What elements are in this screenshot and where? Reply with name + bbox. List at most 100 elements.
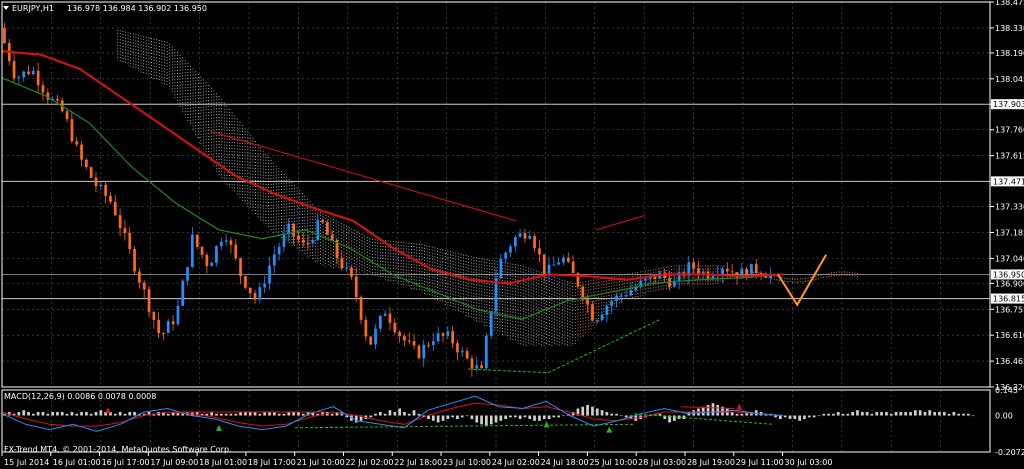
candle-body[interactable] [282, 234, 286, 247]
candle-body[interactable] [485, 335, 488, 369]
candle-body[interactable] [89, 167, 93, 178]
candle-body[interactable] [41, 85, 45, 93]
candle-body[interactable] [417, 345, 421, 359]
candle-body[interactable] [595, 320, 599, 321]
candle-body[interactable] [292, 223, 295, 236]
candle-body[interactable] [215, 246, 218, 263]
candle-body[interactable] [152, 311, 156, 320]
candle-body[interactable] [239, 258, 242, 277]
candle-body[interactable] [509, 246, 512, 253]
candle-body[interactable] [436, 333, 440, 342]
candle-body[interactable] [721, 268, 724, 275]
candle-body[interactable] [157, 319, 160, 333]
candle-body[interactable] [422, 344, 426, 359]
candle-body[interactable] [451, 331, 454, 344]
candle-body[interactable] [12, 61, 16, 79]
candle-body[interactable] [277, 246, 281, 255]
candle-body[interactable] [620, 295, 623, 297]
candle-body[interactable] [22, 71, 26, 78]
candle-body[interactable] [186, 267, 189, 281]
candle-body[interactable] [326, 222, 329, 235]
candle-body[interactable] [17, 77, 21, 79]
candle-body[interactable] [306, 242, 310, 244]
candle-body[interactable] [615, 295, 618, 301]
candle-body[interactable] [427, 344, 430, 346]
candle-body[interactable] [359, 296, 363, 320]
candle-body[interactable] [176, 305, 180, 325]
candle-body[interactable] [142, 282, 146, 290]
candle-body[interactable] [123, 228, 127, 233]
candle-body[interactable] [36, 70, 40, 86]
candle-body[interactable] [224, 240, 228, 242]
candle-body[interactable] [383, 313, 387, 316]
candle-body[interactable] [191, 234, 194, 267]
candle-body[interactable] [514, 237, 517, 247]
candle-body[interactable] [480, 365, 483, 369]
candle-body[interactable] [456, 343, 459, 353]
candle-body[interactable] [538, 248, 541, 255]
candle-body[interactable] [475, 365, 479, 369]
candle-body[interactable] [27, 71, 30, 75]
candle-body[interactable] [567, 257, 570, 262]
candle-body[interactable] [75, 141, 79, 145]
candle-body[interactable] [345, 267, 348, 269]
candle-body[interactable] [133, 249, 136, 272]
candle-body[interactable] [624, 295, 628, 297]
candle-body[interactable] [273, 254, 276, 266]
candle-body[interactable] [200, 246, 204, 255]
candle-body[interactable] [32, 70, 35, 75]
candle-body[interactable] [557, 262, 560, 265]
candle-body[interactable] [80, 144, 83, 160]
candle-body[interactable] [465, 351, 469, 359]
candle-body[interactable] [398, 332, 401, 337]
candle-body[interactable] [181, 280, 185, 306]
candle-body[interactable] [547, 264, 551, 275]
candle-body[interactable] [220, 241, 223, 247]
candle-body[interactable] [403, 336, 406, 341]
candle-body[interactable] [393, 322, 397, 333]
candle-body[interactable] [113, 201, 117, 216]
candle-body[interactable] [528, 236, 532, 239]
candle-body[interactable] [552, 264, 556, 266]
candle-body[interactable] [316, 220, 320, 240]
candle-body[interactable] [109, 195, 112, 202]
candle-body[interactable] [311, 239, 315, 243]
candle-body[interactable] [369, 336, 373, 345]
candle-body[interactable] [244, 276, 247, 288]
candle-body[interactable] [234, 244, 238, 259]
candle-body[interactable] [210, 262, 213, 267]
candle-body[interactable] [446, 331, 450, 336]
candle-body[interactable] [364, 319, 368, 337]
candle-body[interactable] [726, 268, 729, 272]
candle-body[interactable] [692, 262, 695, 269]
candle-body[interactable] [70, 119, 74, 142]
candle-body[interactable] [171, 321, 175, 325]
candle-body[interactable] [533, 236, 536, 249]
candle-body[interactable] [94, 177, 98, 187]
candle-body[interactable] [374, 328, 377, 345]
candle-body[interactable] [644, 278, 647, 281]
candle-body[interactable] [85, 159, 88, 168]
candle-body[interactable] [162, 333, 165, 335]
candle-body[interactable] [147, 289, 151, 312]
candle-body[interactable] [248, 287, 252, 293]
candle-body[interactable] [268, 265, 271, 284]
candle-body[interactable] [571, 261, 575, 274]
candle-body[interactable] [460, 351, 464, 353]
candle-body[interactable] [104, 184, 107, 196]
candle-body[interactable] [600, 315, 604, 320]
candle-body[interactable] [321, 220, 324, 223]
candle-body[interactable] [3, 27, 6, 43]
candle-body[interactable] [412, 341, 416, 346]
candle-body[interactable] [118, 215, 122, 229]
candle-body[interactable] [407, 340, 411, 342]
candle-body[interactable] [65, 111, 69, 120]
candle-body[interactable] [388, 313, 392, 323]
candle-body[interactable] [562, 257, 565, 263]
candle-body[interactable] [166, 321, 170, 334]
candle-body[interactable] [301, 239, 305, 243]
candle-body[interactable] [605, 305, 609, 315]
candle-body[interactable] [263, 283, 266, 288]
candle-body[interactable] [258, 287, 262, 300]
candle-body[interactable] [205, 254, 209, 267]
